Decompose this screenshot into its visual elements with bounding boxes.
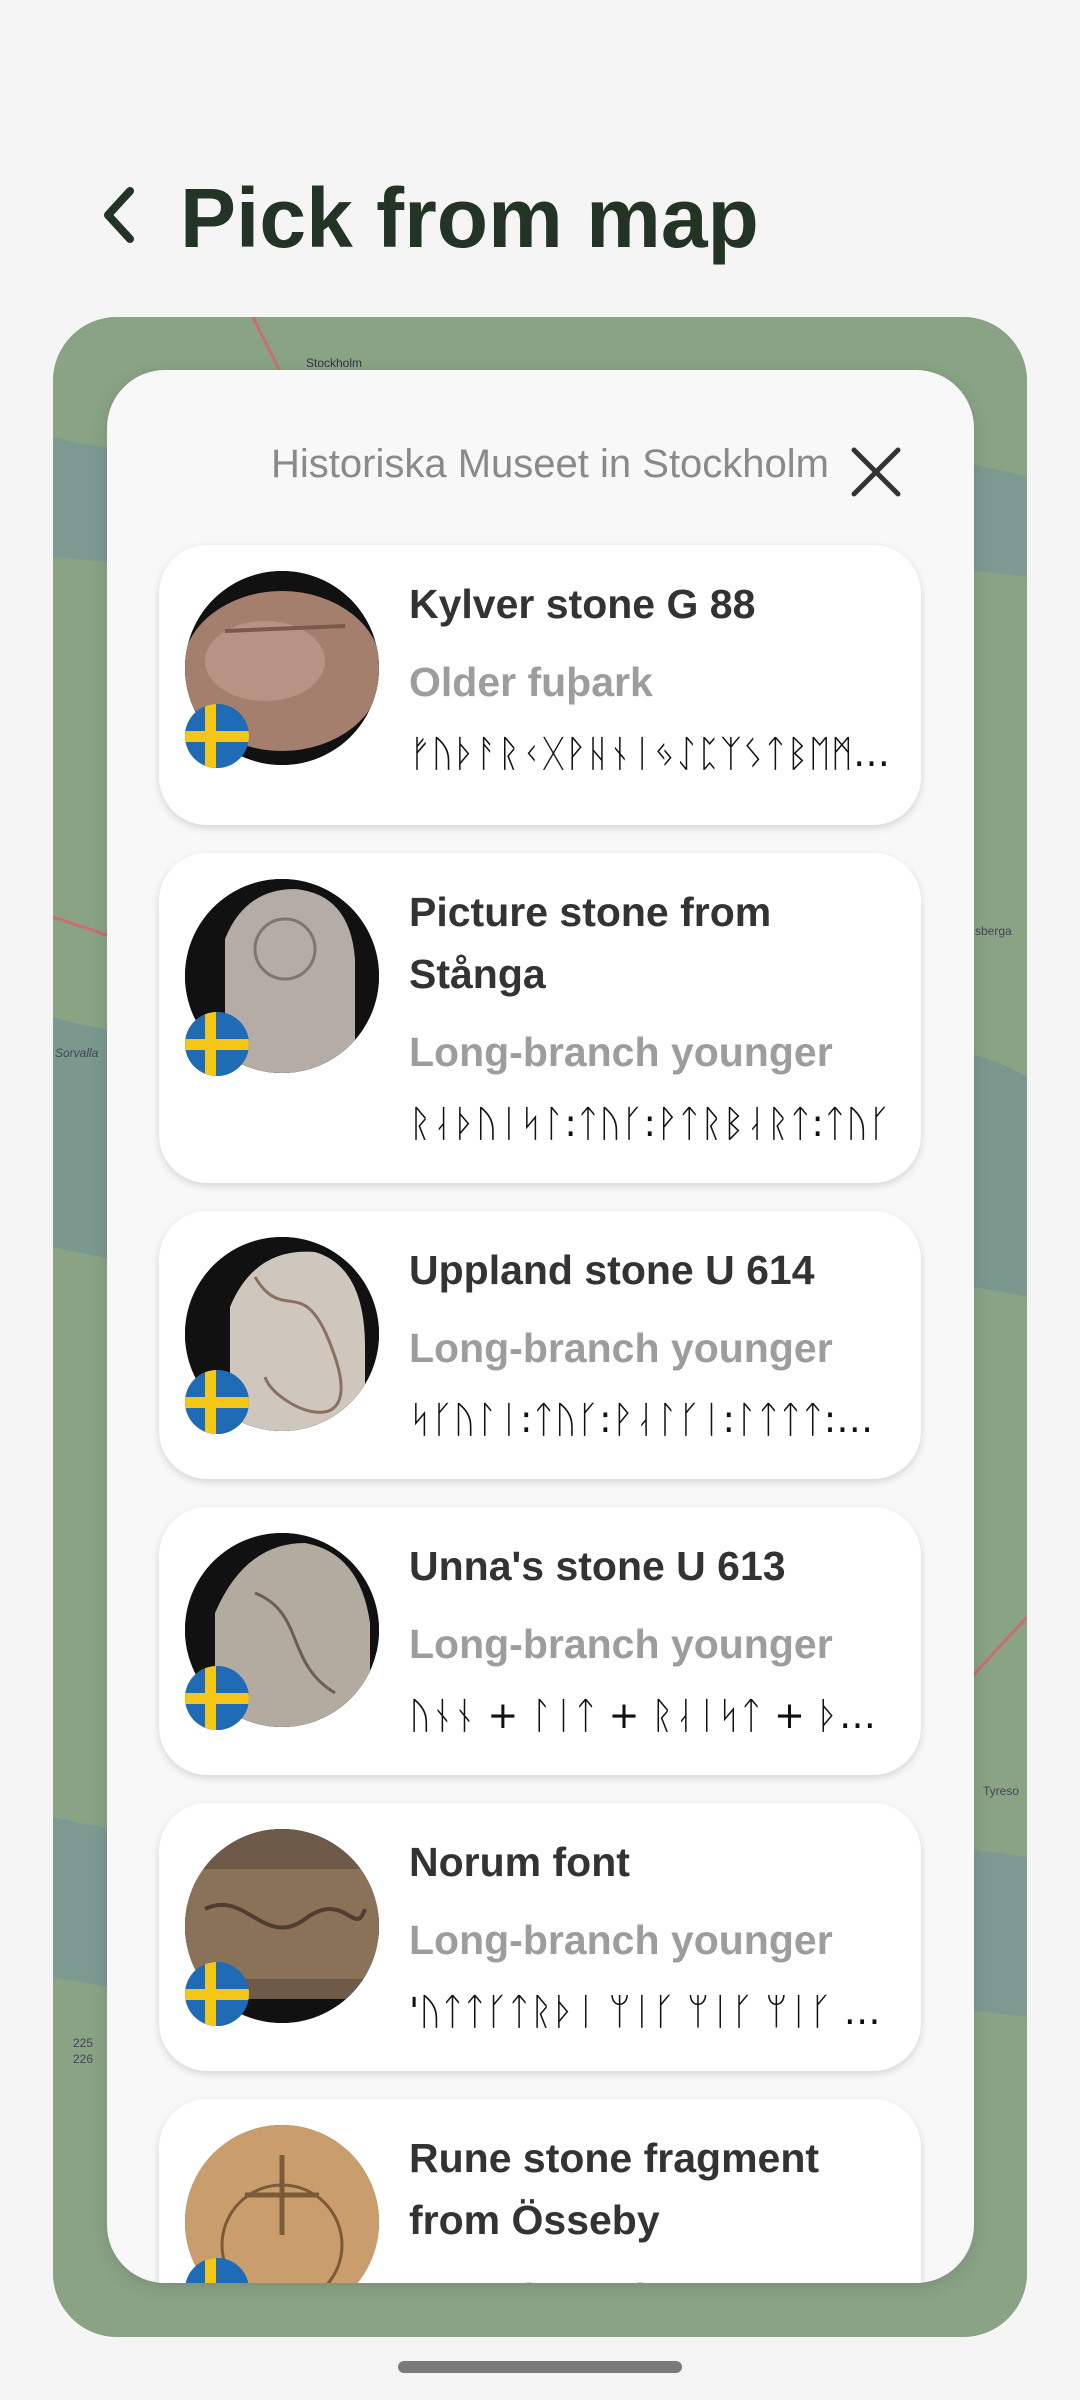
stone-name: Kylver stone G 88 <box>409 581 756 627</box>
location-title: Historiska Museet in Stockholm <box>271 442 829 486</box>
app-header: Pick from map <box>0 150 1080 280</box>
sweden-flag-icon <box>185 1012 249 1076</box>
sweden-flag-icon <box>185 704 249 768</box>
close-icon <box>851 447 901 497</box>
stone-script: Older fuþark <box>409 659 653 705</box>
stone-info: Uppland stone U 614 Long-branch younger … <box>409 1239 893 1451</box>
map-label: sberga <box>975 924 1012 938</box>
map-view[interactable]: Stockholm Sorvalla sberga Tyreso 225 226… <box>53 317 1027 2337</box>
back-button[interactable] <box>90 180 150 250</box>
stones-popup: Historiska Museet in Stockholm Kylver st… <box>107 370 974 2283</box>
stone-name: Norum font <box>409 1839 630 1885</box>
stone-info: Norum font Long-branch younger 'ᚢᛏᛏᚴᛏᚱᚦᛁ… <box>409 1831 893 2043</box>
map-label: 225 <box>73 2036 93 2050</box>
stone-info: Rune stone fragment from Össeby Long-bra… <box>409 2127 893 2283</box>
stone-info: Picture stone from Stånga Long-branch yo… <box>409 881 893 1155</box>
stone-card[interactable]: Rune stone fragment from Össeby Long-bra… <box>159 2099 921 2283</box>
stone-card[interactable]: Uppland stone U 614 Long-branch younger … <box>159 1211 921 1479</box>
stone-info: Kylver stone G 88 Older fuþark ᚠᚢᚦᚨᚱᚲᚷᚹᚺ… <box>409 573 893 785</box>
stone-runes: ᚢᚾᚾ + ᛚᛁᛏ + ᚱᛆᛁᛋᛏ + ᚦᛁᚾᛋᛏ <box>409 1694 893 1737</box>
stone-runes: ᛋᚴᚢᛚᛁ:ᛏᚢᚴ:ᚹᛆᛚᚴᛁ:ᛚᛏᛏᛏ:ᚱᛆᛁᛋᛏᛆ <box>409 1398 893 1441</box>
sweden-flag-icon <box>185 1370 249 1434</box>
chevron-left-icon <box>104 187 134 243</box>
popup-header: Historiska Museet in Stockholm <box>107 370 974 540</box>
sweden-flag-icon <box>185 1962 249 2026</box>
stone-runes: ᚱᛆᚦᚢᛁᛋᛚ:ᛏᚢᚴ:ᚹᛏᚱᛒᛆᚱᛏ:ᛏᚢᚴ <box>409 1102 891 1145</box>
stone-script: Long-branch younger <box>409 1917 833 1963</box>
stone-script: Long-branch younger <box>409 2267 893 2283</box>
stone-card[interactable]: Picture stone from Stånga Long-branch yo… <box>159 853 921 1183</box>
stone-info: Unna's stone U 613 Long-branch younger ᚢ… <box>409 1535 893 1747</box>
sweden-flag-icon <box>185 1666 249 1730</box>
stone-script: Long-branch younger <box>409 1029 833 1075</box>
map-label: Tyreso <box>983 1784 1019 1798</box>
stone-script: Long-branch younger <box>409 1325 833 1371</box>
stone-runes: 'ᚢᛏᛏᚴᛏᚱᚦᛁ ᛘᛁᚴ ᛘᛁᚴ ᛘᛁᚴ ᛘᛁᚴ <box>409 1990 893 2033</box>
stone-name: Uppland stone U 614 <box>409 1247 815 1293</box>
page-title: Pick from map <box>180 171 759 265</box>
stone-runes: ᚠᚢᚦᚨᚱᚲᚷᚹᚺᚾᛁᛃᛇᛈᛉᛊᛏᛒᛖᛗᛚᛜᛞᛟ <box>409 732 893 775</box>
stone-name: Unna's stone U 613 <box>409 1543 786 1589</box>
map-label: 226 <box>73 2052 93 2066</box>
home-indicator[interactable] <box>398 2361 682 2373</box>
map-label: Sorvalla <box>55 1046 99 1060</box>
close-button[interactable] <box>842 438 910 506</box>
stone-card[interactable]: Kylver stone G 88 Older fuþark ᚠᚢᚦᚨᚱᚲᚷᚹᚺ… <box>159 545 921 825</box>
stone-script: Long-branch younger <box>409 1621 833 1667</box>
stone-name: Picture stone from Stånga <box>409 889 772 997</box>
stone-name: Rune stone fragment from Össeby <box>409 2135 820 2243</box>
stone-card[interactable]: Unna's stone U 613 Long-branch younger ᚢ… <box>159 1507 921 1775</box>
stone-card[interactable]: Norum font Long-branch younger 'ᚢᛏᛏᚴᛏᚱᚦᛁ… <box>159 1803 921 2071</box>
map-label: Stockholm <box>306 356 362 370</box>
